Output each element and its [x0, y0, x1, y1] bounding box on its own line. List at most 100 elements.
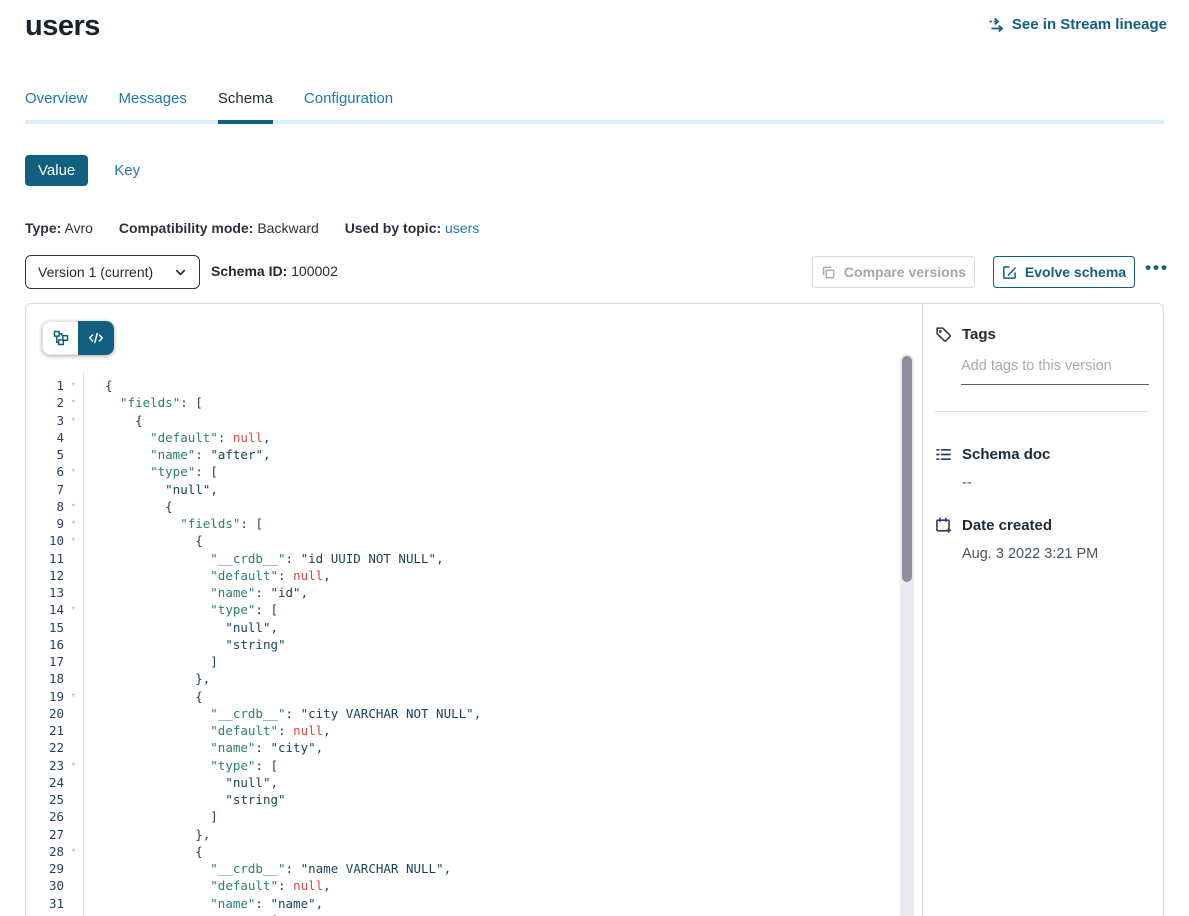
- fold-spacer: [64, 808, 83, 825]
- fold-toggle-icon[interactable]: ▾: [64, 912, 83, 916]
- code-view-button[interactable]: [78, 321, 114, 355]
- stream-lineage-label: See in Stream lineage: [1012, 16, 1167, 33]
- code-text: "type": [: [83, 601, 922, 618]
- code-line: 5 "name": "after",: [26, 446, 922, 463]
- line-number: 12: [26, 567, 64, 584]
- schema-doc-title: Schema doc: [962, 446, 1050, 463]
- line-number: 18: [26, 670, 64, 687]
- tags-input[interactable]: [961, 356, 1149, 385]
- code-line: 3▾{: [26, 412, 922, 429]
- fold-spacer: [64, 895, 83, 912]
- code-text: "string": [83, 636, 922, 653]
- date-created-value: Aug. 3 2022 3:21 PM: [962, 546, 1149, 562]
- code-text: "name": "after",: [83, 446, 922, 463]
- fold-spacer: [64, 705, 83, 722]
- code-text: "default": null,: [83, 722, 922, 739]
- code-text: "__crdb__": "name VARCHAR NULL",: [83, 860, 922, 877]
- tree-view-button[interactable]: [42, 321, 78, 355]
- fold-spacer: [64, 670, 83, 687]
- code-text: "null",: [83, 619, 922, 636]
- line-number: 5: [26, 446, 64, 463]
- fold-spacer: [64, 653, 83, 670]
- fold-toggle-icon[interactable]: ▾: [64, 843, 83, 860]
- tags-section: Tags: [935, 326, 1149, 412]
- value-toggle-button[interactable]: Value: [25, 155, 88, 186]
- line-number: 17: [26, 653, 64, 670]
- fold-spacer: [64, 774, 83, 791]
- line-number: 23: [26, 757, 64, 774]
- fold-toggle-icon[interactable]: ▾: [64, 412, 83, 429]
- code-text: "default": null,: [83, 877, 922, 894]
- fold-toggle-icon[interactable]: ▾: [64, 394, 83, 411]
- tab-configuration[interactable]: Configuration: [304, 90, 393, 124]
- line-number: 20: [26, 705, 64, 722]
- fold-spacer: [64, 722, 83, 739]
- evolve-schema-button[interactable]: Evolve schema: [993, 256, 1135, 288]
- version-bar: Version 1 (current) Schema ID: 100002 Co…: [25, 255, 1164, 289]
- tab-schema[interactable]: Schema: [218, 90, 273, 124]
- code-line: 11"__crdb__": "id UUID NOT NULL",: [26, 550, 922, 567]
- fold-spacer: [64, 481, 83, 498]
- line-number: 24: [26, 774, 64, 791]
- code-text: "fields": [: [83, 394, 922, 411]
- code-line: 30 "default": null,: [26, 877, 922, 894]
- code-line: 19▾{: [26, 688, 922, 705]
- fold-toggle-icon[interactable]: ▾: [64, 515, 83, 532]
- code-text: "fields": [: [83, 515, 922, 532]
- code-line: 14▾"type": [: [26, 601, 922, 618]
- more-options-button[interactable]: •••: [1140, 256, 1174, 288]
- fold-toggle-icon[interactable]: ▾: [64, 757, 83, 774]
- line-number: 2: [26, 394, 64, 411]
- code-text: ]: [83, 653, 922, 670]
- code-line: 32▾"type": [: [26, 912, 922, 916]
- code-view-icon: [88, 330, 104, 346]
- value-key-toggle: Value Key: [25, 155, 1164, 186]
- code-line: 25"string": [26, 791, 922, 808]
- code-line: 20"__crdb__": "city VARCHAR NOT NULL",: [26, 705, 922, 722]
- schema-code-editor[interactable]: 1▾{2▾"fields": [3▾{4"default": null,5"na…: [26, 372, 922, 916]
- key-toggle-button[interactable]: Key: [114, 162, 140, 179]
- line-number: 1: [26, 377, 64, 394]
- schema-code-pane: 1▾{2▾"fields": [3▾{4"default": null,5"na…: [26, 304, 922, 916]
- code-line: 4"default": null,: [26, 429, 922, 446]
- scrollbar-thumb[interactable]: [902, 356, 912, 582]
- code-text: },: [83, 826, 922, 843]
- fold-toggle-icon[interactable]: ▾: [64, 601, 83, 618]
- line-number: 16: [26, 636, 64, 653]
- fold-spacer: [64, 550, 83, 567]
- used-by-topic: Used by topic: users: [345, 220, 480, 236]
- fold-spacer: [64, 636, 83, 653]
- fold-spacer: [64, 619, 83, 636]
- code-text: "__crdb__": "id UUID NOT NULL",: [83, 550, 922, 567]
- code-line: 26]: [26, 808, 922, 825]
- line-number: 26: [26, 808, 64, 825]
- fold-toggle-icon[interactable]: ▾: [64, 498, 83, 515]
- stream-lineage-link[interactable]: See in Stream lineage: [988, 16, 1167, 33]
- line-number: 8: [26, 498, 64, 515]
- fold-toggle-icon[interactable]: ▾: [64, 463, 83, 480]
- tab-overview[interactable]: Overview: [25, 90, 88, 124]
- chevron-down-icon: [174, 266, 187, 279]
- code-line: 24"null",: [26, 774, 922, 791]
- gutter-divider: [83, 372, 84, 916]
- editor-scrollbar[interactable]: [900, 354, 914, 916]
- code-text: "name": "name",: [83, 895, 922, 912]
- fold-spacer: [64, 429, 83, 446]
- code-line: 23▾"type": [: [26, 757, 922, 774]
- line-number: 6: [26, 463, 64, 480]
- compare-versions-button[interactable]: Compare versions: [812, 256, 975, 288]
- fold-toggle-icon[interactable]: ▾: [64, 377, 83, 394]
- fold-toggle-icon[interactable]: ▾: [64, 532, 83, 549]
- schema-doc-section: Schema doc --: [935, 446, 1149, 491]
- line-number: 10: [26, 532, 64, 549]
- code-text: {: [83, 843, 922, 860]
- line-number: 30: [26, 877, 64, 894]
- tab-messages[interactable]: Messages: [119, 90, 187, 124]
- fold-spacer: [64, 791, 83, 808]
- version-dropdown-value: Version 1 (current): [38, 264, 153, 280]
- version-dropdown[interactable]: Version 1 (current): [25, 255, 200, 289]
- topic-link[interactable]: users: [445, 220, 479, 236]
- line-number: 21: [26, 722, 64, 739]
- fold-toggle-icon[interactable]: ▾: [64, 688, 83, 705]
- line-number: 15: [26, 619, 64, 636]
